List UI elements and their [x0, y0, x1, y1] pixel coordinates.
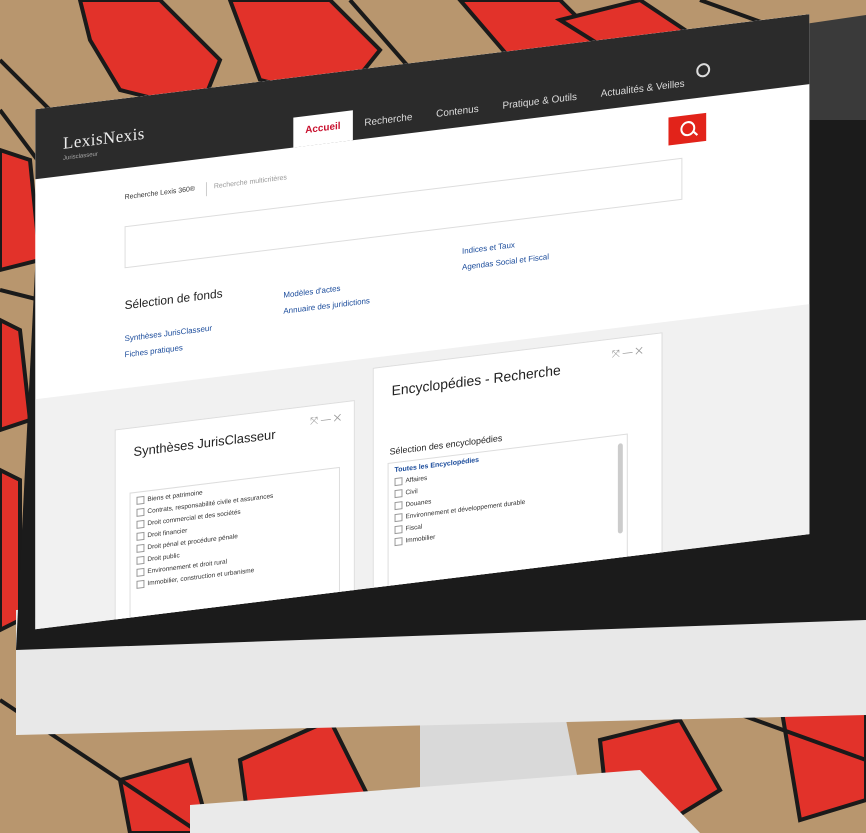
link-annuaire[interactable]: Annuaire des juridictions	[283, 296, 370, 316]
funds-title: Sélection de fonds	[124, 286, 223, 313]
panel-title: Synthèses JurisClasseur	[133, 426, 276, 460]
scrollbar[interactable]	[617, 443, 623, 534]
account-icon[interactable]	[696, 62, 711, 79]
checkbox-icon	[136, 519, 145, 529]
checkbox-icon	[394, 489, 403, 499]
checkbox-icon	[136, 543, 145, 553]
search-icon	[680, 120, 696, 138]
panel-tools-icon[interactable]: ⤧ — ✕	[310, 413, 341, 428]
nav-contenus[interactable]: Contenus	[424, 93, 490, 131]
search-input[interactable]: Recherche multicritères	[214, 174, 287, 190]
checkbox-icon	[394, 513, 403, 523]
nav-recherche[interactable]: Recherche	[352, 101, 424, 140]
checkbox-icon	[136, 495, 145, 505]
checkbox-icon	[136, 579, 145, 589]
checkbox-icon	[394, 477, 403, 487]
checkbox-icon	[394, 501, 403, 511]
nav-actualites-veilles[interactable]: Actualités & Veilles	[589, 68, 697, 111]
checkbox-icon	[136, 531, 145, 541]
search-divider	[205, 182, 207, 197]
link-agendas[interactable]: Agendas Social et Fiscal	[462, 252, 549, 272]
link-indices-taux[interactable]: Indices et Taux	[462, 240, 515, 255]
link-modeles-actes[interactable]: Modèles d'actes	[283, 284, 340, 300]
checkbox-icon	[136, 555, 145, 565]
panel-title: Encyclopédies - Recherche	[391, 361, 561, 399]
search-button[interactable]	[668, 112, 707, 146]
search-scope[interactable]: Recherche Lexis 360®	[125, 186, 195, 202]
link-syntheses[interactable]: Synthèses JurisClasseur	[125, 324, 212, 344]
checkbox-icon	[394, 525, 403, 535]
checkbox-icon	[394, 537, 403, 547]
checkbox-icon	[136, 507, 145, 517]
nav-pratique-outils[interactable]: Pratique & Outils	[491, 81, 589, 123]
panel-tools-icon[interactable]: ⤧ — ✕	[612, 346, 643, 361]
link-fiches-pratiques[interactable]: Fiches pratiques	[125, 343, 183, 359]
nav-accueil[interactable]: Accueil	[293, 110, 353, 148]
checkbox-icon	[136, 567, 145, 577]
logo: LexisNexis	[63, 123, 145, 153]
screen: LexisNexis Jurisclasseur Accueil Recherc…	[35, 14, 810, 630]
